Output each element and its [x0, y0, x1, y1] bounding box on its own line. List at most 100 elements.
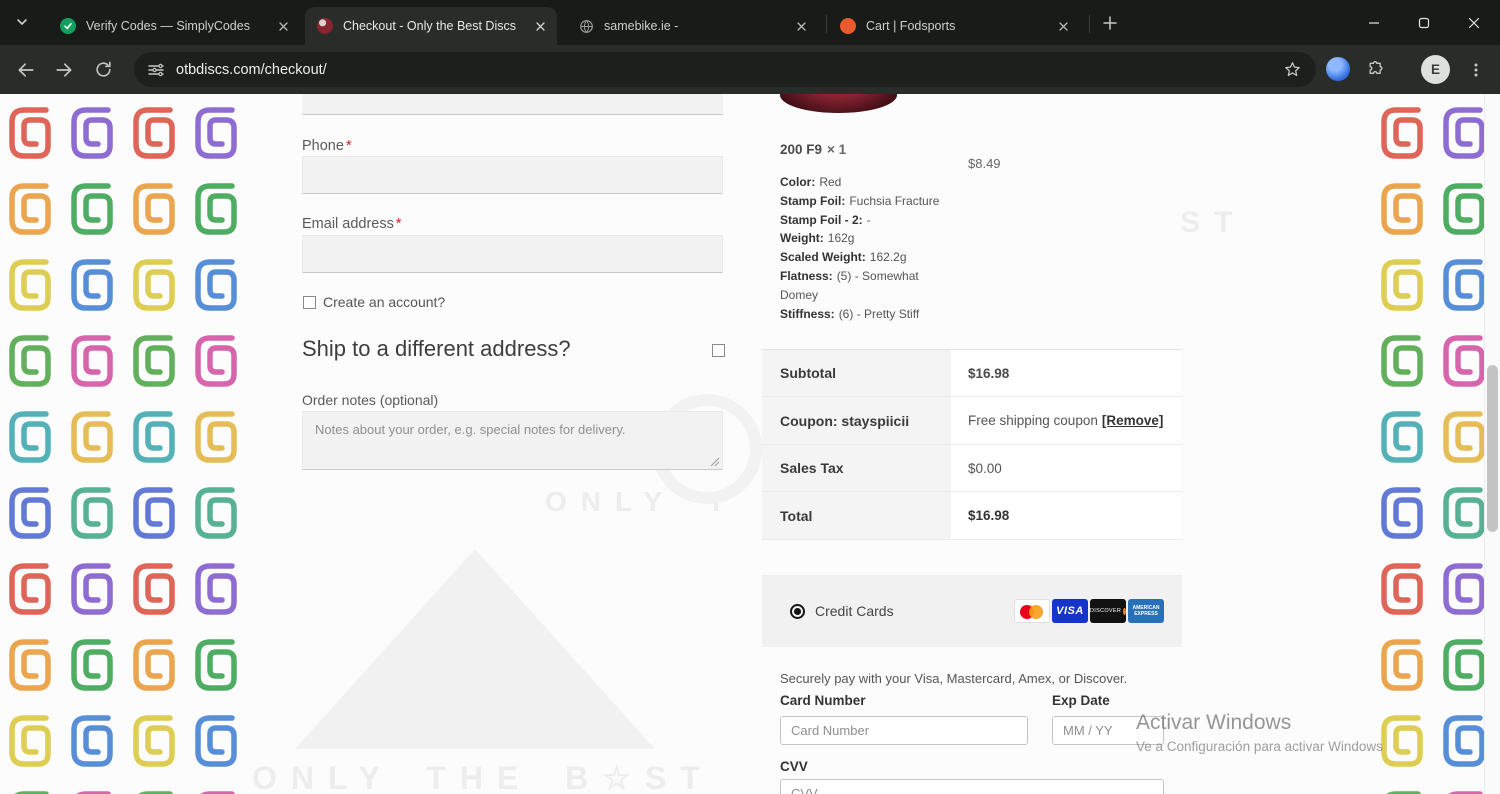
extensions-button[interactable]	[1358, 52, 1393, 87]
close-icon	[796, 21, 806, 31]
total-value: $16.98	[951, 492, 1182, 539]
attribute-row: Scaled Weight: 162.2g	[780, 250, 907, 265]
tab-separator	[826, 15, 827, 33]
watermark-brand-text: ST	[1180, 206, 1247, 239]
subtotal-row: Subtotal $16.98	[762, 350, 1182, 397]
forward-button[interactable]	[46, 52, 81, 87]
coupon-row: Coupon: stayspiicii Free shipping coupon…	[762, 397, 1182, 445]
scrollbar-track[interactable]	[1484, 94, 1500, 794]
bookmark-star-icon[interactable]	[1283, 60, 1302, 79]
reload-button[interactable]	[86, 52, 121, 87]
subtotal-value: $16.98	[951, 350, 1182, 396]
product-quantity: × 1	[827, 142, 847, 157]
right-decorative-pattern	[1372, 94, 1484, 794]
maximize-button[interactable]	[1399, 0, 1449, 45]
extension-badge-icon[interactable]	[1326, 57, 1350, 81]
close-icon	[1058, 21, 1068, 31]
puzzle-icon	[1369, 60, 1382, 74]
maximize-icon	[1418, 17, 1430, 28]
chevron-down-icon	[17, 19, 27, 26]
scrollbar-thumb[interactable]	[1487, 365, 1498, 532]
email-field[interactable]	[302, 235, 723, 273]
menu-dots-icon	[1474, 63, 1477, 76]
url-text[interactable]: otbdiscs.com/checkout/	[176, 62, 1283, 78]
forward-icon	[56, 62, 71, 77]
minimize-button[interactable]	[1349, 0, 1399, 45]
tab-close-button[interactable]	[531, 17, 549, 35]
required-asterisk: *	[395, 216, 402, 232]
tab-checkout[interactable]: Checkout - Only the Best Discs	[305, 7, 557, 45]
product-image	[780, 94, 897, 113]
browser-window: Verify Codes — SimplyCodes Checkout - On…	[0, 0, 1500, 794]
browser-menu-button[interactable]	[1458, 52, 1493, 87]
sales-tax-row: Sales Tax $0.00	[762, 445, 1182, 492]
tab-close-button[interactable]	[792, 17, 810, 35]
fodsports-favicon-icon	[840, 18, 856, 34]
tab-close-button[interactable]	[274, 17, 292, 35]
back-button[interactable]	[8, 52, 43, 87]
card-number-label: Card Number	[780, 693, 866, 708]
amex-icon: AMERICAN EXPRESS	[1128, 599, 1164, 623]
tab-simplycodes[interactable]: Verify Codes — SimplyCodes	[48, 7, 300, 45]
attribute-row: Color: Red	[780, 175, 842, 189]
attribute-row: Weight: 162g	[780, 231, 855, 246]
tab-separator	[1089, 15, 1090, 33]
attribute-row: Stamp Foil: Fuchsia Fracture	[780, 193, 940, 208]
credit-cards-label: Credit Cards	[815, 603, 894, 619]
otb-favicon-icon	[317, 18, 333, 34]
tab-title: Verify Codes — SimplyCodes	[86, 19, 250, 33]
card-brand-icons: VISA DISCOVER AMERICAN EXPRESS	[1014, 599, 1164, 623]
checkout-page: ONLY T ONLY THE B☆ST ST Phone * Email add…	[0, 94, 1500, 794]
watermark-brand-text: ONLY T	[545, 486, 739, 517]
close-icon	[535, 21, 545, 31]
ship-different-checkbox[interactable]	[712, 344, 725, 357]
windows-activation-title: Activar Windows	[1136, 711, 1292, 734]
payment-method-box: Credit Cards VISA DISCOVER AMERICAN EXPR…	[762, 575, 1182, 647]
order-notes-textarea[interactable]	[302, 411, 723, 470]
navigation-bar: otbdiscs.com/checkout/ E	[0, 45, 1500, 94]
sales-tax-label: Sales Tax	[762, 445, 951, 491]
phone-field[interactable]	[302, 156, 723, 194]
remove-coupon-link[interactable]: [Remove]	[1102, 413, 1164, 428]
required-asterisk: *	[345, 138, 352, 154]
watermark-brand-text: ONLY THE B☆ST	[252, 760, 714, 794]
resize-handle-icon[interactable]	[710, 457, 720, 467]
attribute-row: Flatness: (5) - Somewhat Domey	[780, 269, 919, 302]
tab-close-button[interactable]	[1054, 17, 1072, 35]
coupon-value: Free shipping coupon [Remove]	[951, 397, 1182, 444]
plus-icon	[1103, 16, 1117, 30]
truncated-input[interactable]	[302, 94, 723, 115]
product-attributes: Color: Red Stamp Foil: Fuchsia Fracture St…	[780, 173, 958, 324]
address-bar[interactable]: otbdiscs.com/checkout/	[134, 52, 1316, 87]
minimize-icon	[1369, 21, 1379, 24]
create-account-checkbox[interactable]	[303, 296, 316, 309]
subtotal-label: Subtotal	[762, 350, 951, 396]
tab-samebike[interactable]: samebike.ie -	[566, 7, 818, 45]
tab-title: Checkout - Only the Best Discs	[343, 19, 516, 33]
secure-payment-text: Securely pay with your Visa, Mastercard,…	[780, 671, 1128, 686]
simplycodes-favicon-icon	[60, 18, 76, 34]
sales-tax-value: $0.00	[951, 445, 1182, 491]
mastercard-icon	[1014, 599, 1050, 623]
card-number-input[interactable]	[780, 716, 1028, 745]
windows-activation-subtitle: Ve a Configuración para activar Windows	[1136, 739, 1383, 754]
coupon-label: Coupon: stayspiicii	[762, 397, 951, 444]
tab-search-button[interactable]	[8, 8, 36, 36]
credit-cards-radio[interactable]	[790, 603, 805, 619]
left-decorative-pattern	[0, 94, 252, 794]
globe-favicon-icon	[578, 18, 594, 34]
cvv-input[interactable]	[780, 779, 1164, 794]
phone-label: Phone *	[302, 138, 352, 154]
new-tab-button[interactable]	[1096, 9, 1124, 37]
ship-different-heading: Ship to a different address?	[302, 336, 571, 361]
attribute-row: Stamp Foil - 2: -	[780, 212, 871, 227]
tab-fodsports[interactable]: Cart | Fodsports	[828, 7, 1080, 45]
tab-bar: Verify Codes — SimplyCodes Checkout - On…	[0, 0, 1500, 45]
profile-avatar[interactable]: E	[1421, 55, 1450, 84]
close-window-button[interactable]	[1449, 0, 1499, 45]
cvv-label: CVV	[780, 759, 808, 774]
tab-title: Cart | Fodsports	[866, 19, 956, 33]
watermark-mountain-shape	[295, 549, 655, 749]
create-account-label: Create an account?	[323, 294, 446, 310]
discover-icon: DISCOVER	[1090, 599, 1126, 623]
